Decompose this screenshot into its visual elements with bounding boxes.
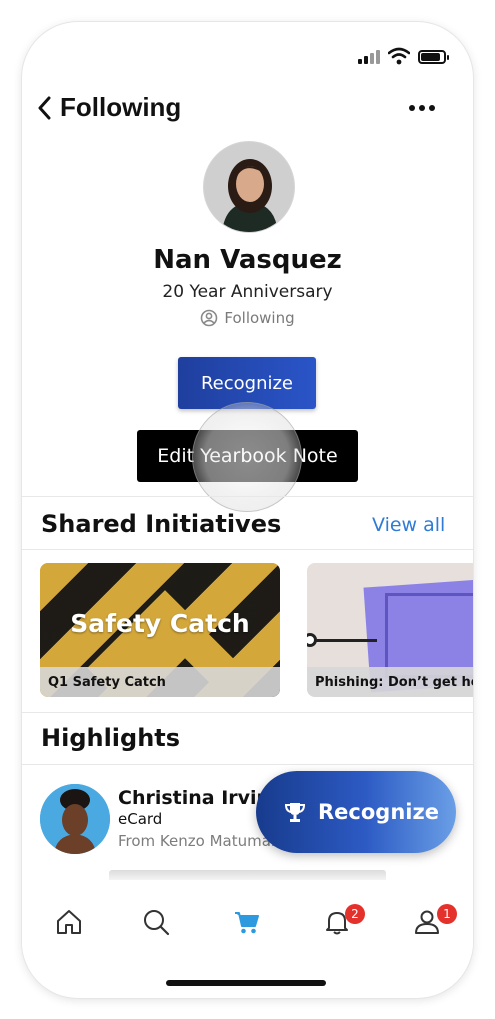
recognize-fab[interactable]: Recognize [256,771,456,853]
more-horizontal-icon [409,105,415,111]
tab-search[interactable] [134,902,178,942]
fab-label: Recognize [318,800,439,824]
highlight-name: Christina Irvin [118,787,271,809]
initiative-card-phishing[interactable]: Phishing: Don’t get hook [307,563,473,697]
card-caption: Phishing: Don’t get hook [307,667,473,697]
profile-subtitle: 20 Year Anniversary [162,282,333,302]
tab-home[interactable] [47,902,91,942]
following-label: Following [224,309,295,327]
highlight-type: eCard [118,810,163,828]
phone-frame: Following Nan Vasquez 20 Year Anniversar… [22,22,473,998]
signal-icon [358,50,380,64]
user-circle-icon [201,309,218,327]
following-status: Following [22,309,473,327]
chevron-left-icon [38,96,51,120]
bottom-tab-bar: 2 1 [22,888,473,958]
home-indicator [166,980,326,986]
more-button[interactable] [402,98,442,118]
search-icon [144,910,170,936]
recognize-button[interactable]: Recognize [178,357,316,409]
battery-icon [418,50,449,64]
divider [22,549,473,550]
wifi-icon [388,47,410,65]
profile-avatar [203,141,295,233]
tab-shop[interactable] [225,902,269,942]
trophy-icon [284,803,306,822]
highlights-title: Highlights [41,724,181,752]
profile-name: Nan Vasquez [153,245,342,275]
home-icon [57,910,81,934]
fish-hook-icon [307,639,377,642]
divider [22,712,473,713]
status-bar [22,22,473,92]
next-card-peek [109,870,386,880]
back-button[interactable] [30,92,58,124]
initiative-card-safety-catch[interactable]: Safety Catch Q1 Safety Catch [40,563,280,697]
page-title: Following [60,92,182,122]
card-caption: Q1 Safety Catch [40,667,280,697]
card-image-text: Safety Catch [70,609,250,638]
divider [22,764,473,765]
tab-notifications[interactable]: 2 [315,902,365,942]
cart-icon [235,912,259,934]
notifications-badge: 2 [345,904,365,924]
highlight-from: From Kenzo Matumar [118,832,278,850]
tab-profile[interactable]: 1 [405,902,457,942]
shared-initiatives-title: Shared Initiatives [41,510,282,538]
highlight-avatar [40,784,110,854]
edit-yearbook-note-button[interactable]: Edit Yearbook Note [137,430,358,482]
profile-badge: 1 [437,904,457,924]
divider [22,496,473,497]
view-all-link[interactable]: View all [372,514,445,536]
